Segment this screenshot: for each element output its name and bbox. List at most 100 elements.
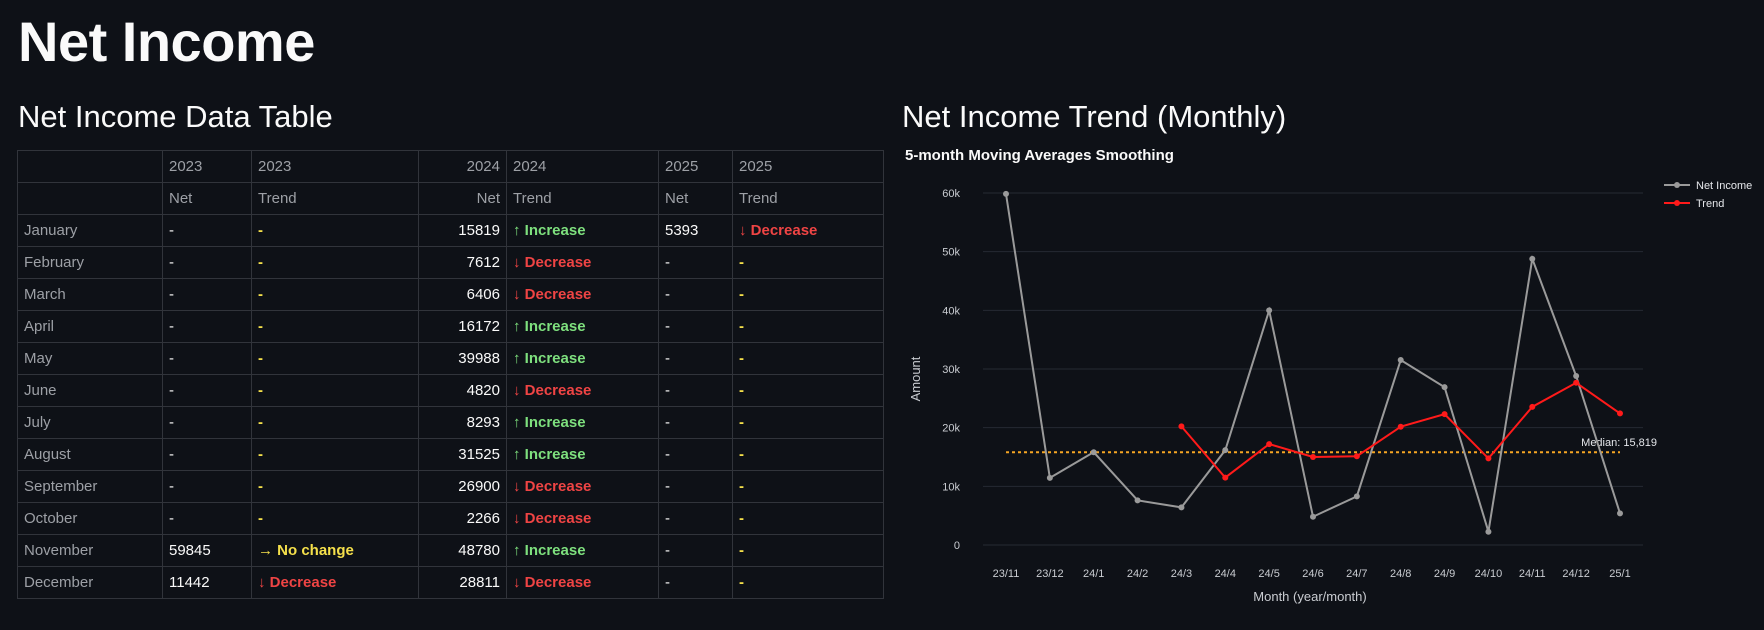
table-row: November 59845 → No change 48780 ↑ Increase -… <box>17 534 884 567</box>
trend-2024-cell: ↓ Decrease <box>506 502 659 535</box>
header-corner-cell <box>17 182 163 215</box>
x-tick-label: 24/12 <box>1562 568 1590 580</box>
header-year-cell: 2024 <box>506 150 659 183</box>
trend-2025-cell: - <box>732 374 884 407</box>
trend-2023-cell: - <box>251 406 419 439</box>
table-header-row-years: 2023 2023 2024 2024 2025 2025 <box>17 150 884 183</box>
legend-label: Trend <box>1696 198 1724 210</box>
net-2024-cell: 31525 <box>418 438 507 471</box>
net-2025-cell: - <box>658 406 733 439</box>
trend-2024-cell: ↑ Increase <box>506 214 659 247</box>
trend-2023-cell: - <box>251 214 419 247</box>
net-2023-cell: - <box>162 470 252 503</box>
net-2023-cell: - <box>162 214 252 247</box>
header-metric-cell: Trend <box>732 182 884 215</box>
net-2024-cell: 8293 <box>418 406 507 439</box>
data-point <box>1573 379 1580 386</box>
data-point <box>1090 449 1097 456</box>
y-tick-label: 60k <box>942 188 960 200</box>
x-tick-label: 23/11 <box>993 568 1020 580</box>
header-year-cell: 2023 <box>162 150 252 183</box>
data-point <box>1397 423 1404 430</box>
trend-2023-cell: - <box>251 342 419 375</box>
table-row: January - -15819 ↑ Increase 5393 ↓ Decrease <box>17 214 884 247</box>
data-point <box>1178 504 1185 511</box>
data-point <box>1441 384 1448 391</box>
data-point <box>1178 423 1185 430</box>
data-point <box>1529 255 1536 262</box>
trend-2025-cell: - <box>732 310 884 343</box>
x-tick-label: 25/1 <box>1609 568 1630 580</box>
y-tick-label: 0 <box>954 540 960 552</box>
x-tick-label: 24/7 <box>1346 568 1367 580</box>
chart-subtitle: 5-month Moving Averages Smoothing <box>905 147 1174 164</box>
x-tick-label: 24/5 <box>1258 568 1279 580</box>
x-tick-label: 23/12 <box>1036 568 1064 580</box>
data-point <box>1617 410 1623 417</box>
page-title: Net Income <box>18 10 315 73</box>
table-row: February - -7612 ↓ Decrease - - <box>17 246 884 279</box>
x-tick-label: 24/9 <box>1434 568 1455 580</box>
data-point <box>1485 528 1492 535</box>
trend-2023-cell: - <box>251 246 419 279</box>
y-tick-label: 40k <box>942 305 960 317</box>
month-label-cell: October <box>17 502 163 535</box>
net-2023-cell: 59845 <box>162 534 252 567</box>
data-point <box>1046 474 1053 481</box>
y-axis-title: Amount <box>908 356 923 401</box>
net-2023-cell: - <box>162 310 252 343</box>
header-metric-cell: Net <box>658 182 733 215</box>
trend-2024-cell: ↓ Decrease <box>506 246 659 279</box>
month-label-cell: April <box>17 310 163 343</box>
data-point <box>1222 447 1229 454</box>
data-point <box>1485 455 1492 462</box>
data-point <box>1617 510 1623 517</box>
data-point <box>1222 474 1229 481</box>
data-point <box>1310 454 1316 461</box>
data-point <box>1441 411 1448 418</box>
header-metric-cell: Trend <box>251 182 419 215</box>
header-metric-cell: Net <box>162 182 252 215</box>
trend-2024-cell: ↑ Increase <box>506 310 659 343</box>
net-2023-cell: - <box>162 438 252 471</box>
data-point <box>1397 357 1404 364</box>
trend-2023-cell: - <box>251 278 419 311</box>
table-row: June - -4820 ↓ Decrease - - <box>17 374 884 407</box>
month-label-cell: February <box>17 246 163 279</box>
net-2024-cell: 4820 <box>418 374 507 407</box>
x-tick-label: 24/2 <box>1127 568 1148 580</box>
month-label-cell: July <box>17 406 163 439</box>
trend-2023-cell: ↓ Decrease <box>251 566 419 599</box>
table-row: October - -2266 ↓ Decrease - - <box>17 502 884 535</box>
y-tick-label: 20k <box>942 423 960 435</box>
legend-label: Net Income <box>1696 180 1752 192</box>
trend-2025-cell: - <box>732 406 884 439</box>
net-2023-cell: - <box>162 502 252 535</box>
trend-2024-cell: ↑ Increase <box>506 534 659 567</box>
net-2025-cell: - <box>658 310 733 343</box>
trend-2025-cell: ↓ Decrease <box>732 214 884 247</box>
net-2025-cell: - <box>658 566 733 599</box>
table-row: April - -16172 ↑ Increase - - <box>17 310 884 343</box>
table-row: July - -8293 ↑ Increase - - <box>17 406 884 439</box>
net-income-trend-chart: 5-month Moving Averages Smoothing 0 10k 20k… <box>905 147 1752 604</box>
x-tick-label: 24/8 <box>1390 568 1411 580</box>
header-metric-cell: Trend <box>506 182 659 215</box>
net-2023-cell: 11442 <box>162 566 252 599</box>
data-point <box>1266 441 1273 448</box>
net-2024-cell: 28811 <box>418 566 507 599</box>
trend-2025-cell: - <box>732 566 884 599</box>
data-point <box>1310 513 1316 520</box>
trend-2025-cell: - <box>732 534 884 567</box>
x-axis-title: Month (year/month) <box>1253 589 1366 604</box>
net-2023-cell: - <box>162 342 252 375</box>
trend-2024-cell: ↓ Decrease <box>506 374 659 407</box>
header-year-cell: 2025 <box>658 150 733 183</box>
trend-2025-cell: - <box>732 278 884 311</box>
header-year-cell: 2024 <box>418 150 507 183</box>
x-tick-label: 24/1 <box>1083 568 1104 580</box>
trend-2023-cell: → No change <box>251 534 419 567</box>
trend-2023-cell: - <box>251 374 419 407</box>
header-corner-cell <box>17 150 163 183</box>
data-point <box>1573 372 1580 379</box>
